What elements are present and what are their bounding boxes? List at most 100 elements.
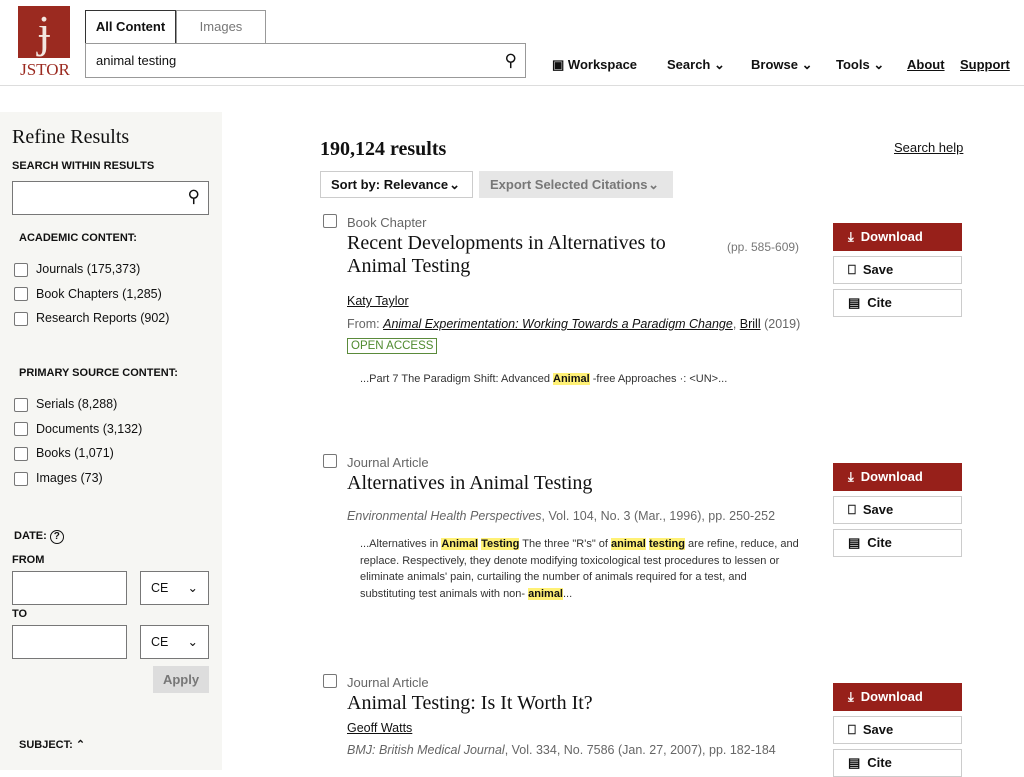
filter-option[interactable]: Images (73) — [14, 471, 103, 486]
search-icon[interactable]: ⚲ — [188, 187, 200, 207]
title-link[interactable]: Recent Developments in Alternatives to A… — [347, 232, 666, 277]
filter-label: Research Reports (902) — [36, 311, 170, 326]
author-link[interactable]: Geoff Watts — [347, 721, 412, 735]
content-type: Book Chapter — [347, 215, 427, 230]
snippet-text: The three "R's" of — [519, 538, 612, 550]
nav-browse[interactable]: Browse ⌄ — [751, 57, 813, 73]
publisher-link[interactable]: Brill — [740, 317, 761, 331]
filter-label: Images (73) — [36, 471, 103, 486]
date-to-input[interactable] — [12, 625, 127, 659]
date-from-input[interactable] — [12, 571, 127, 605]
save-button[interactable]: ⎕ Save — [833, 256, 962, 284]
from-label: FROM — [12, 554, 45, 566]
checkbox[interactable] — [14, 287, 28, 302]
checkbox[interactable] — [14, 397, 28, 412]
tab-images[interactable]: Images — [176, 10, 266, 44]
search-within-input[interactable]: ⚲ — [12, 181, 209, 215]
citation: , Vol. 104, No. 3 (Mar., 1996), pp. 250-… — [541, 509, 776, 523]
save-button[interactable]: ⎕ Save — [833, 716, 962, 744]
chevron-down-icon: ⌄ — [801, 57, 813, 72]
open-access-badge: OPEN ACCESS — [347, 338, 438, 354]
button-label: Download — [860, 689, 923, 704]
search-help-link[interactable]: Search help — [894, 140, 963, 155]
sidebar: Refine Results SEARCH WITHIN RESULTS ⚲ A… — [0, 112, 222, 770]
nav-support[interactable]: Support — [960, 57, 1010, 72]
title-link[interactable]: Animal Testing: Is It Worth It? — [347, 692, 593, 714]
sidebar-title: Refine Results — [12, 126, 130, 148]
jstor-logo[interactable]: ɉ JSTOR — [18, 6, 72, 80]
filter-label: Journals (175,373) — [36, 262, 141, 276]
to-era-select[interactable]: CE ⌄ — [140, 625, 209, 659]
download-icon: ⤓ — [848, 469, 854, 484]
help-icon[interactable]: ? — [49, 530, 64, 544]
cite-icon: ▤ — [848, 535, 861, 550]
header: ɉ JSTOR All Content Images animal testin… — [0, 0, 1024, 86]
chevron-down-icon: ⌄ — [873, 57, 885, 72]
filter-label: Documents (3,132) — [36, 421, 143, 436]
filter-label: Serials (8,288) — [36, 397, 118, 411]
nav-tools[interactable]: Tools ⌄ — [836, 57, 884, 73]
highlight: Animal — [553, 373, 590, 385]
tab-all-content[interactable]: All Content — [85, 10, 176, 44]
snippet-text: ... — [563, 587, 573, 600]
checkbox[interactable] — [14, 262, 28, 277]
date-label: DATE: ? — [14, 530, 64, 544]
apply-button[interactable]: Apply — [153, 666, 209, 693]
source-line: From: Animal Experimentation: Working To… — [347, 317, 801, 331]
select-checkbox[interactable] — [323, 454, 337, 468]
from-era-select[interactable]: CE ⌄ — [140, 571, 209, 605]
nav-about[interactable]: About — [907, 57, 945, 72]
content-type: Journal Article — [347, 455, 429, 470]
journal-name: BMJ: British Medical Journal — [347, 743, 505, 757]
cite-button[interactable]: ▤ Cite — [833, 749, 962, 777]
highlight: Animal — [441, 538, 479, 550]
filter-option[interactable]: Journals (175,373) — [14, 262, 140, 277]
subject-toggle[interactable]: SUBJECT: ⌃ — [19, 738, 85, 751]
book-title-link[interactable]: Animal Experimentation: Working Towards … — [383, 317, 733, 331]
checkbox[interactable] — [14, 312, 28, 327]
button-label: Cite — [867, 295, 892, 310]
search-input[interactable]: animal testing ⚲ — [85, 43, 526, 78]
checkbox[interactable] — [14, 471, 28, 486]
button-label: Download — [860, 229, 923, 244]
download-icon: ⤓ — [848, 229, 854, 244]
download-button[interactable]: ⤓ Download — [833, 463, 962, 491]
content-type: Journal Article — [347, 675, 429, 690]
filter-label: Books (1,071) — [36, 446, 114, 461]
cite-button[interactable]: ▤ Cite — [833, 529, 962, 557]
download-button[interactable]: ⤓ Download — [833, 683, 962, 711]
academic-content-label: ACADEMIC CONTENT: — [19, 232, 137, 244]
filter-option[interactable]: Serials (8,288) — [14, 397, 117, 412]
export-citations-button[interactable]: Export Selected Citations ⌄ — [479, 171, 673, 198]
button-label: Download — [860, 469, 923, 484]
filter-label: Book Chapters (1,285) — [36, 286, 162, 301]
result-title[interactable]: Animal Testing: Is It Worth It? — [347, 692, 807, 715]
nav-search[interactable]: Search ⌄ — [667, 57, 725, 73]
select-checkbox[interactable] — [323, 674, 337, 688]
filter-option[interactable]: Books (1,071) — [14, 446, 114, 462]
highlight: animal — [528, 587, 563, 600]
result-title[interactable]: Alternatives in Animal Testing — [347, 472, 807, 495]
from-label: From: — [347, 317, 384, 331]
sort-select[interactable]: Sort by: Relevance ⌄ — [320, 171, 473, 198]
cite-button[interactable]: ▤ Cite — [833, 289, 962, 317]
snippet-text: ...Alternatives in — [360, 538, 442, 550]
button-label: Save — [862, 722, 894, 737]
to-label: TO — [12, 608, 28, 620]
filter-option[interactable]: Documents (3,132) — [14, 422, 142, 437]
search-within-label: SEARCH WITHIN RESULTS — [12, 160, 155, 172]
checkbox[interactable] — [14, 447, 28, 462]
result-title[interactable]: Recent Developments in Alternatives to A… — [347, 232, 799, 278]
bookmark-icon: ⎕ — [848, 722, 856, 737]
search-icon[interactable]: ⚲ — [505, 44, 517, 77]
checkbox[interactable] — [14, 422, 28, 437]
page-range: (pp. 585-609) — [727, 240, 800, 254]
title-link[interactable]: Alternatives in Animal Testing — [347, 472, 592, 494]
save-button[interactable]: ⎕ Save — [833, 496, 962, 524]
author-link[interactable]: Katy Taylor — [347, 294, 409, 308]
filter-option[interactable]: Research Reports (902) — [14, 311, 170, 327]
select-checkbox[interactable] — [323, 214, 337, 228]
download-button[interactable]: ⤓ Download — [833, 223, 962, 251]
nav-workspace[interactable]: ▣ Workspace — [552, 57, 637, 73]
filter-option[interactable]: Book Chapters (1,285) — [14, 287, 162, 302]
